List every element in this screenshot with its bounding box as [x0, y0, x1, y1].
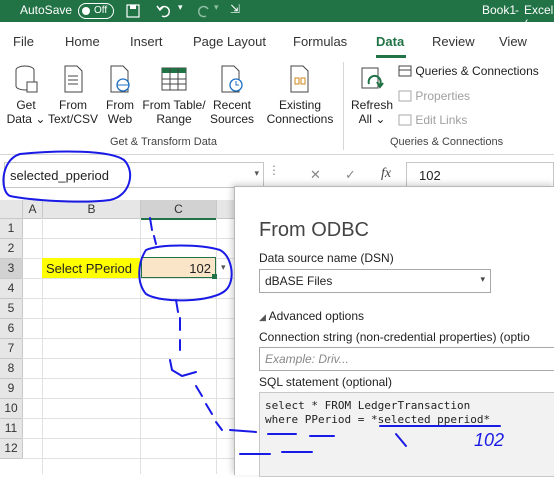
handwritten-annotations: 102 — [2, 150, 504, 455]
dash-mark — [239, 451, 313, 455]
circle-around-cell-c3 — [138, 244, 233, 302]
handwritten-value: 102 — [474, 430, 504, 450]
arrow-curve — [169, 359, 197, 377]
dash-mark — [229, 429, 335, 437]
dash-mark — [149, 217, 157, 245]
dash-mark — [195, 385, 223, 431]
circle-around-name-box — [2, 150, 132, 203]
dash-mark — [395, 433, 407, 447]
dash-mark — [175, 299, 181, 351]
